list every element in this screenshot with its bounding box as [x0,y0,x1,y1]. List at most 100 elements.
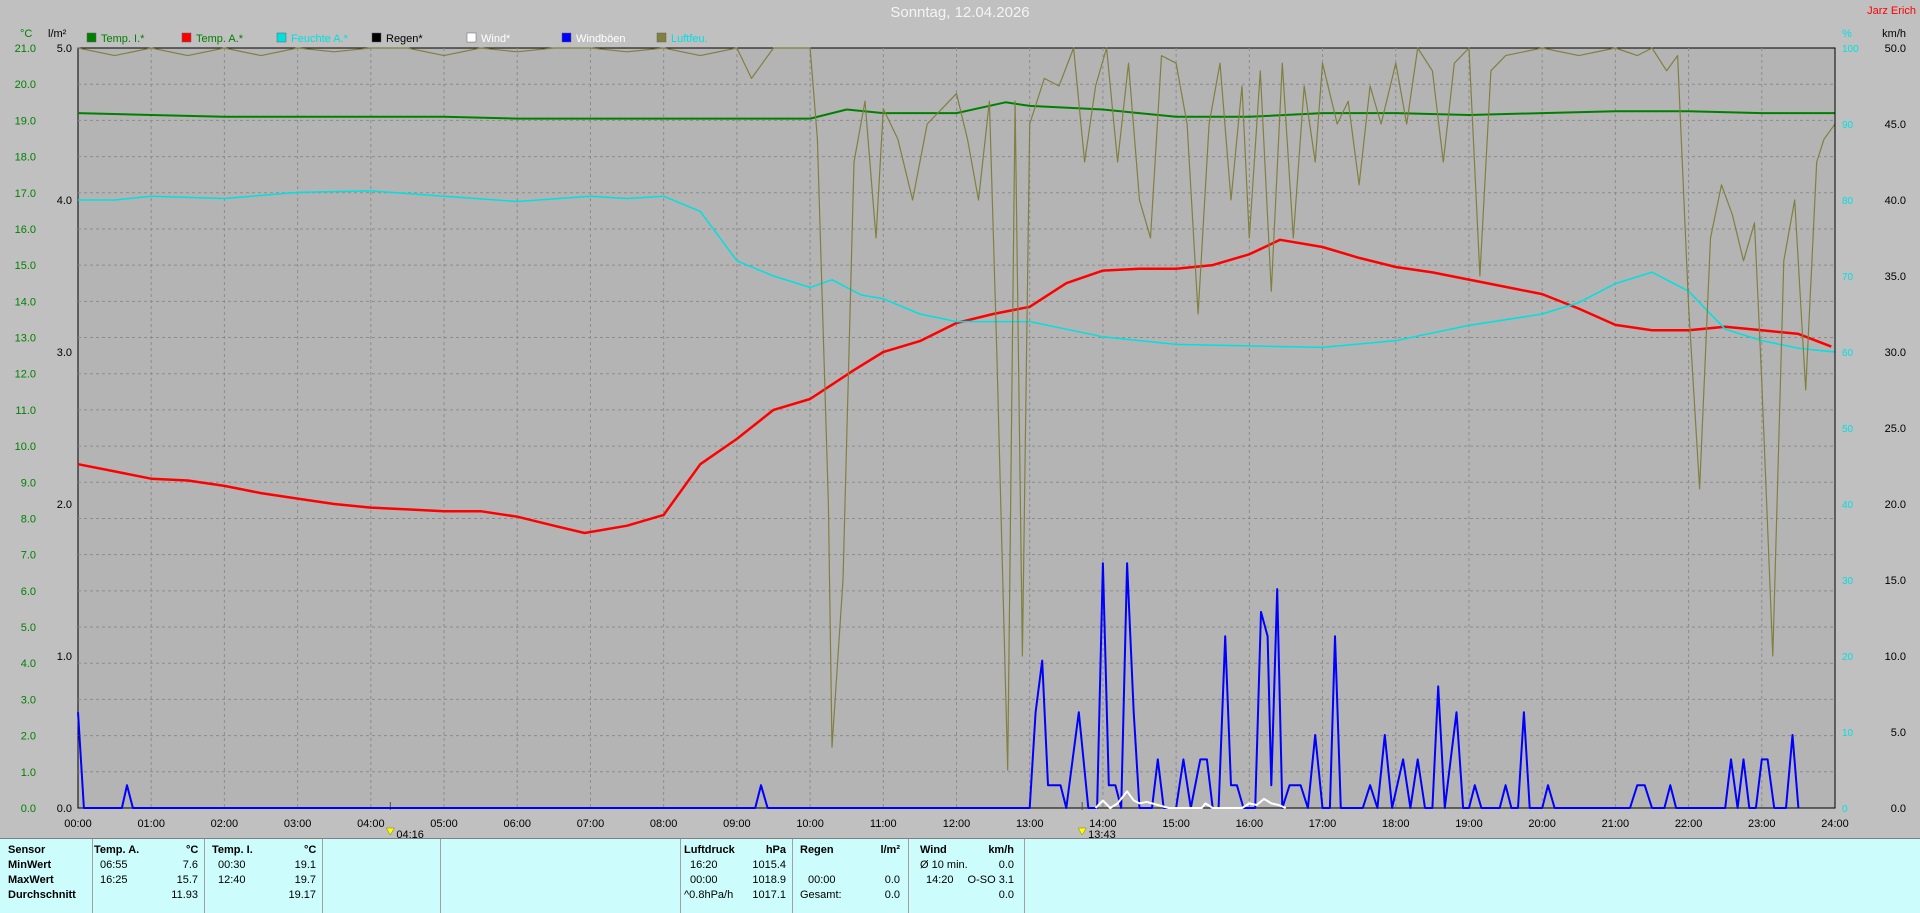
stats-panel: Sensor MinWert MaxWert Durchschnitt Temp… [0,838,1920,913]
rain-tick-label: 3.0 [57,347,72,359]
wind-tick-label: 40.0 [1885,195,1906,207]
stats-temp-i: Temp. I. °C 00:30 19.1 12:40 19.7 19.17 [204,839,323,913]
temp-tick-label: 19.0 [15,115,36,127]
wind-tick-label: 15.0 [1885,575,1906,587]
rain-tick-label: 5.0 [57,43,72,55]
time-tick-label: 07:00 [577,818,605,830]
pct-tick-label: 80 [1842,196,1854,207]
luftdruck-r1: 1015.4 [752,859,786,871]
temp-tick-label: 17.0 [15,188,36,200]
pct-tick-label: 90 [1842,120,1854,131]
pct-tick-label: 20 [1842,652,1854,663]
temp-i-min: 19.1 [294,859,316,871]
temp-i-header: Temp. I. [212,844,253,856]
rain-unit-label: l/m² [48,28,67,40]
temp-tick-label: 11.0 [15,405,36,417]
sensor-header: Sensor [8,844,46,856]
time-tick-label: 09:00 [723,818,751,830]
wind-tick-label: 10.0 [1885,651,1906,663]
temp-tick-label: 1.0 [21,767,36,779]
temp-a-unit: °C [186,844,199,856]
temp-tick-label: 15.0 [15,260,36,272]
pct-tick-label: 70 [1842,272,1854,283]
time-tick-label: 12:00 [943,818,971,830]
legend-label: Temp. A.* [196,33,244,45]
luftdruck-r3: 1017.1 [752,889,786,901]
time-tick-label: 17:00 [1309,818,1337,830]
regen-r2-label: 00:00 [808,874,836,886]
wind-r2-label: 14:20 [926,874,954,886]
legend-swatch [371,32,382,43]
luftdruck-header: Luftdruck [684,844,735,856]
wind-tick-label: 35.0 [1885,271,1906,283]
temp-i-unit: °C [304,844,317,856]
time-tick-label: 11:00 [870,818,897,830]
temp-tick-label: 2.0 [21,731,36,743]
wind-tick-label: 45.0 [1885,119,1906,131]
wind-tick-label: 25.0 [1885,423,1906,435]
temp-i-avg: 19.17 [288,889,316,901]
legend-label: Wind* [481,33,511,45]
marker-label: 13:43 [1088,829,1116,838]
stats-luftdruck: Luftdruck hPa 16:20 1015.4 00:00 1018.9 ^0.… [680,839,793,913]
wind-r3: 0.0 [998,889,1014,901]
wind-tick-label: 30.0 [1885,347,1906,359]
temp-tick-label: 21.0 [15,43,36,55]
temp-tick-label: 9.0 [21,477,36,489]
time-tick-label: 06:00 [503,818,531,830]
rain-tick-label: 2.0 [57,499,72,511]
wind-r1-label: Ø 10 min. [920,859,968,871]
wind-r1: 0.0 [998,859,1014,871]
pct-tick-label: 0 [1842,804,1848,815]
stats-regen: Regen l/m² 00:00 0.0 Gesamt: 0.0 [792,839,909,913]
time-tick-label: 18:00 [1382,818,1410,830]
pct-unit-label: % [1842,28,1852,40]
temp-tick-label: 4.0 [21,658,36,670]
pct-tick-label: 40 [1842,500,1854,511]
wind-tick-label: 50.0 [1885,43,1906,55]
legend-label: Windböen [576,33,626,45]
temp-tick-label: 14.0 [15,296,36,308]
temp-a-min-time: 06:55 [100,859,128,871]
time-tick-label: 01:00 [137,818,165,830]
time-tick-label: 20:00 [1528,818,1556,830]
time-tick-label: 16:00 [1236,818,1264,830]
pct-tick-label: 30 [1842,576,1854,587]
wind-header: Wind [920,844,947,856]
wind-unit: km/h [988,844,1014,856]
temp-a-avg: 11.93 [171,889,198,901]
time-tick-label: 03:00 [284,818,312,830]
temp-tick-label: 7.0 [21,550,36,562]
time-tick-label: 13:00 [1016,818,1044,830]
regen-r2: 0.0 [884,874,900,886]
time-tick-label: 05:00 [430,818,458,830]
legend-label: Regen* [386,33,423,45]
time-tick-label: 10:00 [796,818,824,830]
regen-header: Regen [800,844,834,856]
weather-chart: 0.0 1.0 2.0 3.0 4.0 5.0 6.0 7.0 8.0 9.0 10.0 11.0 12… [15,28,1906,838]
pct-tick-label: 50 [1842,424,1854,435]
rain-tick-label: 0.0 [57,803,72,815]
regen-unit: l/m² [880,844,900,856]
time-tick-label: 19:00 [1455,818,1483,830]
temp-tick-label: 6.0 [21,586,36,598]
wind-unit-label: km/h [1882,28,1906,40]
temp-tick-label: 8.0 [21,513,36,525]
luftdruck-r2-label: 00:00 [690,874,718,886]
temp-a-max: 15.7 [176,874,198,886]
legend-swatch [276,32,287,43]
temp-tick-label: 18.0 [15,152,36,164]
temp-a-max-time: 16:25 [100,874,128,886]
stats-wind: Wind km/h Ø 10 min. 0.0 14:20 O-SO 3.1 0.0 [908,839,1025,913]
temp-a-header: Temp. A. [94,844,140,856]
legend-swatch [86,32,97,43]
time-tick-label: 00:00 [64,818,92,830]
legend-swatch [561,32,572,43]
time-tick-label: 08:00 [650,818,678,830]
temp-tick-label: 10.0 [15,441,36,453]
stats-empty-2 [440,839,681,913]
max-label: MaxWert [8,874,54,886]
luftdruck-r1-label: 16:20 [690,859,718,871]
legend-label: Feuchte A.* [291,33,349,45]
time-tick-label: 04:00 [357,818,385,830]
